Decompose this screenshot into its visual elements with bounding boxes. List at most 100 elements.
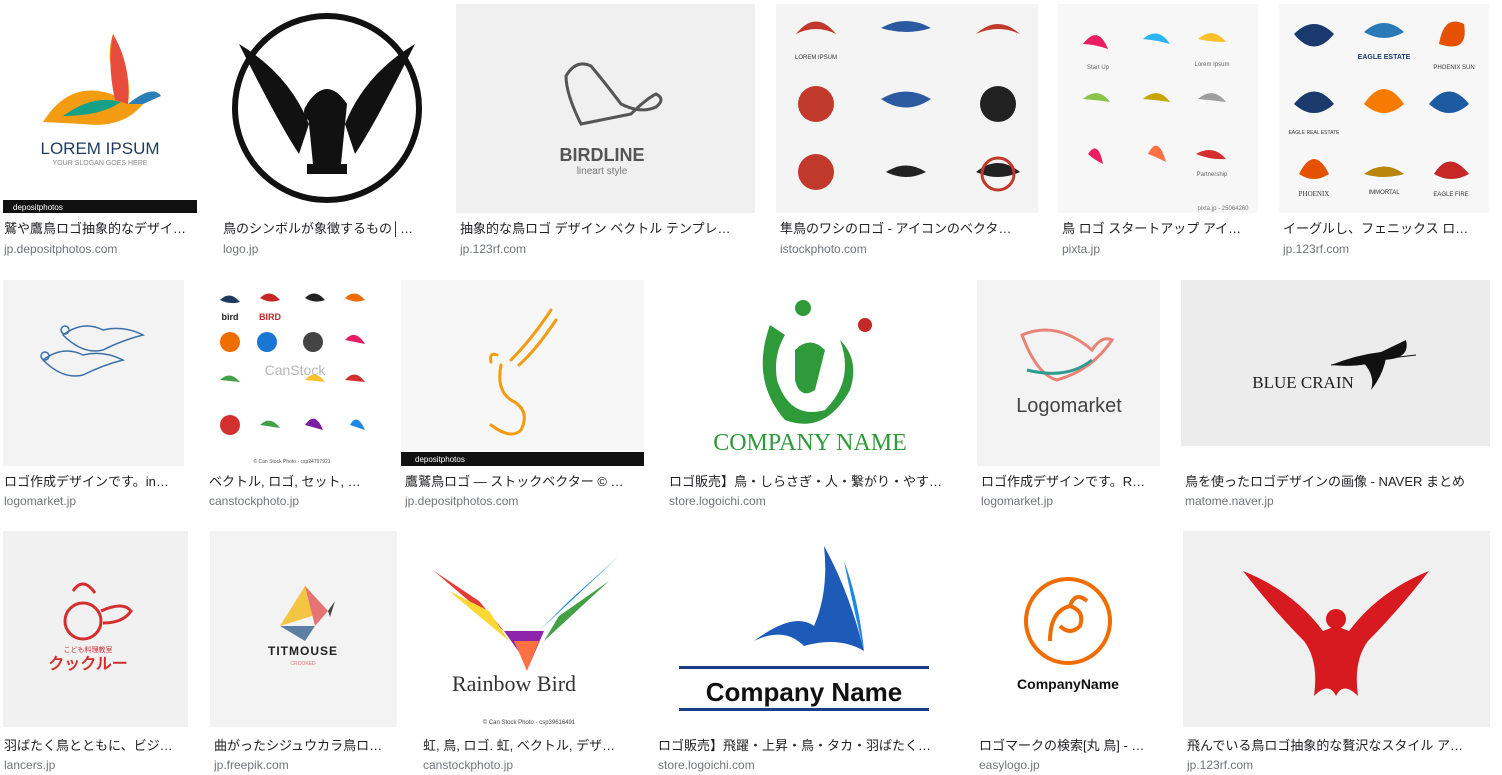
result-source: store.logoichi.com (658, 758, 755, 772)
thumb-text: CompanyName (1017, 676, 1119, 692)
result-thumbnail[interactable] (1183, 531, 1490, 727)
result-caption[interactable]: 鳥のシンボルが象徴するもの│… (223, 221, 428, 237)
thumb-text: lineart style (577, 166, 628, 177)
result-tile[interactable]: BLUE CRAIN 鳥を使ったロゴデザインの画像 - NAVER まとめ ma… (1181, 277, 1490, 517)
thumb-text: PHOENIX SUN (1433, 65, 1474, 71)
thumb-text: LOREM IPSUM (40, 139, 159, 158)
result-tile[interactable]: Start Up Lorem Ipsum Partnership pixta.j… (1058, 0, 1258, 262)
result-thumbnail[interactable]: bird BIRD CanStock © Can Stock Photo - c… (205, 280, 380, 466)
result-tile[interactable]: LOREM IPSUM 隼鳥のワシのロゴ - アイコンのベクタ… istockp… (776, 0, 1038, 262)
result-caption[interactable]: 鳥を使ったロゴデザインの画像 - NAVER まとめ (1185, 474, 1485, 490)
startup-bird-logos-image: Start Up Lorem Ipsum Partnership pixta.j… (1083, 33, 1249, 212)
result-thumbnail[interactable]: LOREM IPSUM YOUR SLOGAN GOES HERE deposi… (3, 4, 197, 213)
thumb-text: Start Up (1087, 65, 1110, 71)
result-tile[interactable]: bird BIRD CanStock © Can Stock Photo - c… (205, 277, 380, 517)
result-thumbnail[interactable]: depositphotos (401, 280, 644, 466)
result-thumbnail[interactable]: Rainbow Bird © Can Stock Photo - csp3961… (419, 531, 633, 727)
result-thumbnail[interactable]: EAGLE ESTATE PHOENIX SUN PHOENIX EAGLE R… (1279, 4, 1489, 213)
bird-icon-set-image: bird BIRD CanStock © Can Stock Photo - c… (220, 293, 365, 465)
result-source: pixta.jp (1062, 242, 1101, 256)
thumb-text: EAGLE FIRE (1433, 192, 1468, 198)
result-tile[interactable]: 飛んでいる鳥ロゴ抽象的な贅沢なスタイル ア… jp.123rf.com (1183, 531, 1490, 775)
thumb-text: Rainbow Bird (452, 671, 576, 696)
result-tile[interactable]: こども料理教室 クックルー 羽ばたく鳥とともに、ビジ… lancers.jp (0, 531, 189, 775)
result-source: logo.jp (223, 242, 259, 256)
result-caption[interactable]: イーグルし、フェニックス ロ… (1283, 221, 1483, 237)
thumb-text: Logomarket (1016, 395, 1122, 417)
blue-eagle-company-logo-image: Company Name (679, 546, 929, 711)
thumb-text: こども料理教室 (64, 645, 113, 654)
thumb-text: EAGLE ESTATE (1358, 54, 1411, 61)
result-tile[interactable]: Logomarket ロゴ作成デザインです。R… logomarket.jp (977, 277, 1160, 517)
result-thumbnail[interactable] (3, 280, 184, 466)
result-tile[interactable]: depositphotos 鷹鷲鳥ロゴ — ストックベクター © … jp.de… (401, 277, 644, 517)
result-source: store.logoichi.com (669, 494, 766, 508)
result-caption[interactable]: 鷲や鷹鳥ロゴ抽象的なデザイ… (4, 221, 196, 237)
result-caption[interactable]: 飛んでいる鳥ロゴ抽象的な贅沢なスタイル ア… (1187, 738, 1485, 754)
bird-logo-image: LOREM IPSUM YOUR SLOGAN GOES HERE deposi… (3, 34, 197, 213)
result-source: lancers.jp (4, 758, 56, 772)
thumb-text: IMMORTAL (1368, 190, 1400, 196)
result-thumbnail[interactable]: LOREM IPSUM (776, 4, 1038, 213)
result-caption[interactable]: ベクトル, ロゴ, セット, … (209, 474, 374, 490)
thumb-text: BLUE CRAIN (1252, 373, 1354, 392)
result-thumbnail[interactable]: Start Up Lorem Ipsum Partnership pixta.j… (1058, 4, 1258, 213)
result-source: canstockphoto.jp (209, 494, 300, 508)
result-thumbnail[interactable]: Company Name (654, 531, 954, 727)
result-tile[interactable]: Company Name ロゴ販売】飛躍・上昇・鳥・タカ・羽ばたく… store… (654, 531, 954, 775)
result-caption[interactable]: ロゴ販売】飛躍・上昇・鳥・タカ・羽ばたく… (658, 738, 948, 754)
line-birds-logo-image (40, 325, 146, 377)
result-source: istockphoto.com (780, 242, 867, 256)
result-thumbnail[interactable]: TITMOUSE CROOKED (210, 531, 397, 727)
result-thumbnail[interactable]: CompanyName (975, 531, 1162, 727)
result-caption[interactable]: 鳥 ロゴ スタートアップ アイ… (1062, 221, 1254, 237)
result-thumbnail[interactable]: こども料理教室 クックルー (3, 531, 188, 727)
result-source: matome.naver.jp (1185, 494, 1274, 508)
thumb-text: YOUR SLOGAN GOES HERE (53, 160, 148, 167)
thumb-text: Lorem Ipsum (1194, 62, 1229, 68)
result-thumbnail[interactable]: COMPANY NAME (665, 280, 956, 466)
heron-company-logo-image: COMPANY NAME (713, 300, 907, 456)
result-caption[interactable]: ロゴマークの検索[丸 鳥] - … (979, 738, 1157, 754)
result-tile[interactable]: COMPANY NAME ロゴ販売】鳥・しらさぎ・人・繋がり・やす… store… (665, 277, 956, 517)
result-tile[interactable]: TITMOUSE CROOKED 曲がったシジュウカラ鳥ロ… jp.freepi… (210, 531, 397, 775)
result-tile[interactable]: BIRDLINE lineart style 抽象的な鳥ロゴ デザイン ベクトル… (456, 0, 755, 262)
result-tile[interactable]: EAGLE ESTATE PHOENIX SUN PHOENIX EAGLE R… (1279, 0, 1489, 262)
thumb-watermark: © Can Stock Photo - csp24797921 (253, 458, 330, 465)
logomarket-bird-image: Logomarket (1016, 328, 1122, 417)
birdline-logo-image: BIRDLINE lineart style (560, 62, 663, 177)
result-caption[interactable]: 虹, 鳥, ロゴ. 虹, ベクトル, デザ… (423, 738, 628, 754)
result-source: jp.depositphotos.com (4, 242, 118, 256)
result-thumbnail[interactable]: BIRDLINE lineart style (456, 4, 755, 213)
rainbow-bird-logo-image: Rainbow Bird © Can Stock Photo - csp3961… (434, 556, 619, 726)
result-caption[interactable]: 曲がったシジュウカラ鳥ロ… (214, 738, 392, 754)
result-caption[interactable]: 鷹鷲鳥ロゴ — ストックベクター © … (405, 474, 638, 490)
titmouse-logo-image: TITMOUSE CROOKED (268, 586, 337, 667)
result-tile[interactable]: CompanyName ロゴマークの検索[丸 鳥] - … easylogo.j… (975, 531, 1162, 775)
circle-bird-logo-image: CompanyName (1017, 577, 1119, 692)
result-thumbnail[interactable]: Logomarket (977, 280, 1160, 466)
thumb-text: PHOENIX (1299, 190, 1330, 198)
result-tile[interactable]: ロゴ作成デザインです。in… logomarket.jp (0, 277, 185, 517)
result-tile[interactable]: LOREM IPSUM YOUR SLOGAN GOES HERE deposi… (0, 0, 198, 262)
result-caption[interactable]: 隼鳥のワシのロゴ - アイコンのベクタ… (780, 221, 1032, 237)
thumb-text: LOREM IPSUM (795, 55, 837, 61)
result-caption[interactable]: 羽ばたく鳥とともに、ビジ… (4, 738, 184, 754)
result-thumbnail[interactable] (219, 4, 435, 213)
kukkuru-chicken-logo-image: こども料理教室 クックルー (48, 582, 133, 673)
result-tile[interactable]: Rainbow Bird © Can Stock Photo - csp3961… (419, 531, 633, 775)
result-source: jp.freepik.com (214, 758, 289, 772)
result-caption[interactable]: ロゴ作成デザインです。in… (4, 474, 182, 490)
thumb-text: bird (222, 312, 239, 322)
result-source: logomarket.jp (4, 494, 77, 508)
result-source: logomarket.jp (981, 494, 1054, 508)
thumb-text: BIRDLINE (560, 145, 645, 165)
result-caption[interactable]: ロゴ作成デザインです。R… (981, 474, 1156, 490)
result-caption[interactable]: ロゴ販売】鳥・しらさぎ・人・繋がり・やす… (669, 474, 950, 490)
eagle-logo-set-image: LOREM IPSUM (795, 21, 1020, 192)
result-tile[interactable]: 鳥のシンボルが象徴するもの│… logo.jp (219, 0, 435, 262)
result-caption[interactable]: 抽象的な鳥ロゴ デザイン ベクトル テンプレ… (460, 221, 750, 237)
phoenix-logo-image: depositphotos (401, 308, 644, 466)
thumb-text: Partnership (1197, 172, 1228, 178)
result-thumbnail[interactable]: BLUE CRAIN (1181, 280, 1490, 446)
